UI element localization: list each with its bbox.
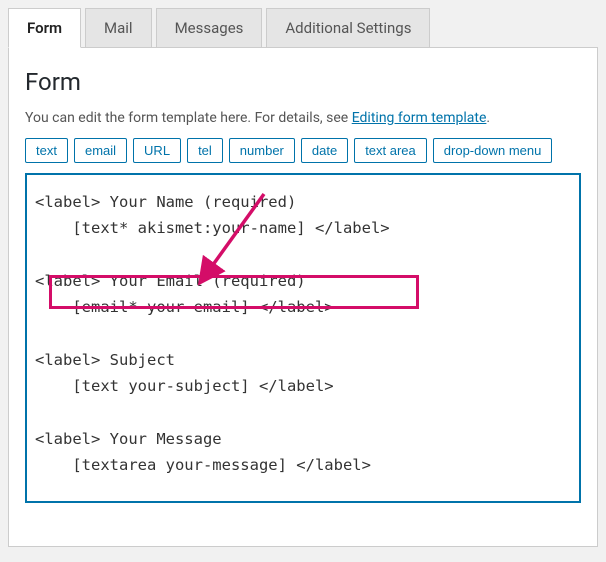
tag-generator-buttons: text email URL tel number date text area… [25,138,581,163]
tab-messages[interactable]: Messages [156,8,263,48]
editing-template-link[interactable]: Editing form template [352,110,487,126]
section-description: You can edit the form template here. For… [25,110,581,126]
form-template-textarea[interactable] [25,173,581,503]
tab-bar: Form Mail Messages Additional Settings [8,8,598,48]
tab-form[interactable]: Form [8,8,81,48]
tab-content-form: Form You can edit the form template here… [8,47,598,547]
tab-mail[interactable]: Mail [85,8,152,48]
desc-suffix: . [486,110,490,126]
tag-text-button[interactable]: text [25,138,68,163]
tag-url-button[interactable]: URL [133,138,181,163]
tag-email-button[interactable]: email [74,138,127,163]
tag-dropdown-button[interactable]: drop-down menu [433,138,553,163]
tab-additional-settings[interactable]: Additional Settings [266,8,430,48]
desc-text: You can edit the form template here. For… [25,110,352,126]
tag-tel-button[interactable]: tel [187,138,223,163]
section-title: Form [25,68,581,96]
form-panel: Form Mail Messages Additional Settings F… [8,8,598,547]
tag-textarea-button[interactable]: text area [354,138,427,163]
tag-date-button[interactable]: date [301,138,348,163]
tag-number-button[interactable]: number [229,138,295,163]
